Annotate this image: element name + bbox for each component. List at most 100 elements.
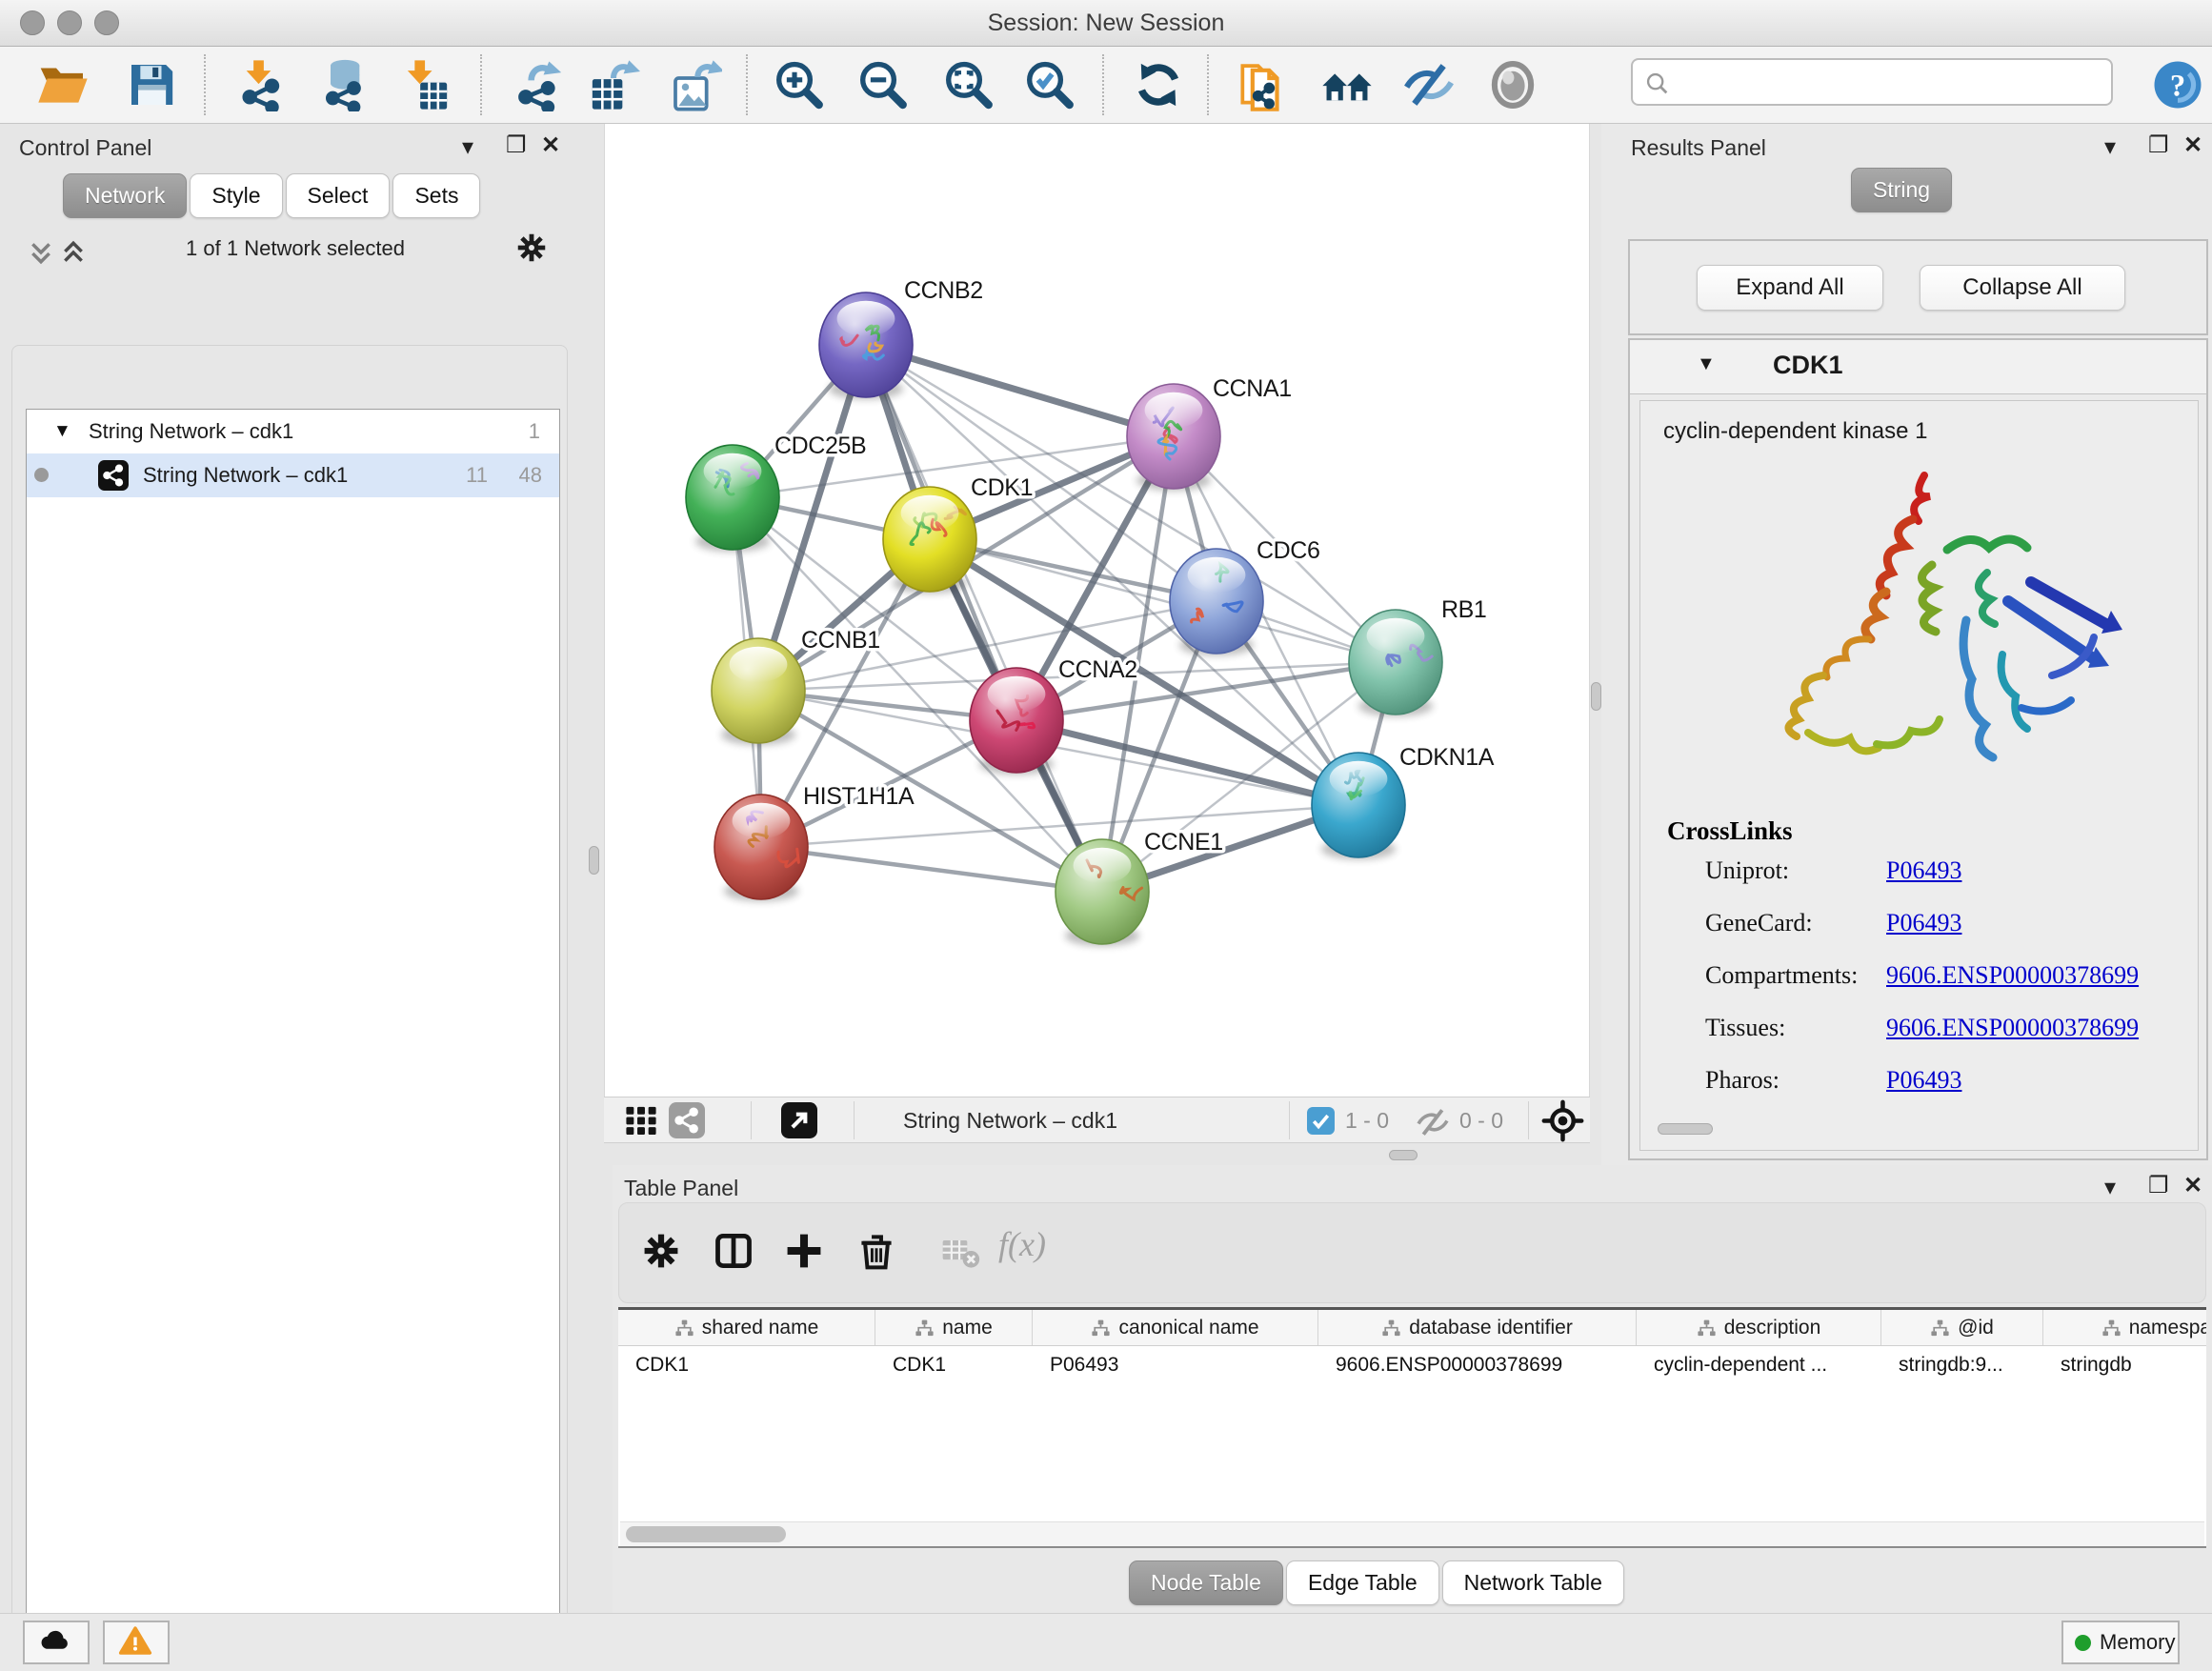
- export-table-button[interactable]: [587, 58, 640, 111]
- network-collection-row[interactable]: ▼ String Network – cdk1 1: [27, 410, 559, 453]
- tab-network-table[interactable]: Network Table: [1442, 1560, 1624, 1605]
- zoom-selected-button[interactable]: [1022, 58, 1076, 111]
- import-network-button[interactable]: [235, 58, 289, 111]
- triangle-collapse-icon[interactable]: ▼: [53, 410, 71, 453]
- column-header-label: description: [1724, 1317, 1821, 1339]
- share-network-gray-icon[interactable]: [669, 1102, 705, 1138]
- zoom-in-button[interactable]: [772, 58, 825, 111]
- close-panel-icon[interactable]: ✕: [541, 131, 560, 159]
- search-field[interactable]: [1631, 58, 2113, 106]
- network-graph[interactable]: CCNB2CCNA1CDC25BCDK1CDC6RB1CCNB1CCNA2CDK…: [605, 124, 1591, 1097]
- collapse-all-networks-icon[interactable]: [61, 240, 86, 265]
- splitter-handle[interactable]: [1389, 1150, 1418, 1160]
- tab-select[interactable]: Select: [286, 173, 391, 218]
- column-header-canonical-name[interactable]: canonical name: [1033, 1310, 1318, 1345]
- help-button[interactable]: ?: [2151, 58, 2204, 111]
- expand-all-button[interactable]: Expand All: [1697, 265, 1883, 311]
- column-header-description[interactable]: description: [1637, 1310, 1881, 1345]
- search-input[interactable]: [1679, 64, 2098, 100]
- tab-string[interactable]: String: [1851, 168, 1952, 212]
- scrollbar-thumb[interactable]: [626, 1526, 786, 1542]
- splitter-handle[interactable]: [589, 846, 599, 875]
- crosslink-link[interactable]: P06493: [1886, 909, 1961, 937]
- hide-unhide-button[interactable]: [1402, 58, 1456, 111]
- warning-button[interactable]: [103, 1621, 170, 1664]
- float-panel-icon[interactable]: ❐: [506, 131, 527, 159]
- home-button[interactable]: [1320, 58, 1374, 111]
- cloud-button[interactable]: [23, 1621, 90, 1664]
- import-table-button[interactable]: [399, 58, 452, 111]
- share-document-button[interactable]: [1234, 58, 1287, 111]
- zoom-fit-button[interactable]: [941, 58, 995, 111]
- zoom-out-button[interactable]: [855, 58, 909, 111]
- node-HIST1H1A[interactable]: [714, 795, 808, 901]
- export-image-button[interactable]: [669, 58, 722, 111]
- edge-CCNB2-CCNA1[interactable]: [866, 345, 1174, 436]
- add-column-icon[interactable]: [783, 1230, 825, 1272]
- node-CCNA1[interactable]: [1127, 384, 1220, 491]
- node-CCNA2[interactable]: [970, 668, 1063, 775]
- triangle-collapse-icon[interactable]: ▼: [1697, 353, 1716, 375]
- node-table[interactable]: shared namenamecanonical namedatabase id…: [618, 1307, 2206, 1548]
- column-header-namespace[interactable]: namespace: [2043, 1310, 2206, 1345]
- memory-button[interactable]: Memory: [2061, 1621, 2180, 1664]
- node-CDK1[interactable]: [883, 487, 976, 594]
- columns-icon[interactable]: [713, 1230, 754, 1272]
- column-header-name[interactable]: name: [875, 1310, 1033, 1345]
- crosslinks-heading: CrossLinks: [1667, 816, 1793, 846]
- save-session-button[interactable]: [125, 58, 178, 111]
- network-view-canvas[interactable]: CCNB2CCNA1CDC25BCDK1CDC6RB1CCNB1CCNA2CDK…: [604, 124, 1590, 1097]
- collapse-all-button[interactable]: Collapse All: [1920, 265, 2125, 311]
- edge-HIST1H1A-CCNE1[interactable]: [761, 847, 1102, 892]
- column-header-@id[interactable]: @id: [1881, 1310, 2043, 1345]
- column-header-shared-name[interactable]: shared name: [618, 1310, 875, 1345]
- panel-menu-icon[interactable]: ▾: [462, 133, 473, 161]
- import-database-button[interactable]: [317, 58, 371, 111]
- node-RB1[interactable]: [1349, 610, 1442, 716]
- external-link-icon[interactable]: [781, 1102, 817, 1138]
- table-row[interactable]: CDK1CDK1P064939606.ENSP00000378699cyclin…: [618, 1346, 2206, 1384]
- refresh-button[interactable]: [1132, 58, 1185, 111]
- node-CCNB1[interactable]: [712, 638, 805, 745]
- float-panel-icon[interactable]: ❐: [2148, 131, 2169, 159]
- table-hscrollbar[interactable]: [620, 1521, 2204, 1546]
- crosslink-link[interactable]: 9606.ENSP00000378699: [1886, 1014, 2139, 1042]
- network-row[interactable]: String Network – cdk1 11 48: [27, 453, 559, 497]
- column-header-database-identifier[interactable]: database identifier: [1318, 1310, 1637, 1345]
- node-label-CCNA2: CCNA2: [1058, 656, 1137, 683]
- tab-edge-table[interactable]: Edge Table: [1286, 1560, 1439, 1605]
- open-session-button[interactable]: [36, 58, 90, 111]
- toolbar-separator: [204, 54, 206, 115]
- checkbox-icon[interactable]: [1307, 1107, 1335, 1135]
- node-CCNB2[interactable]: [819, 292, 913, 399]
- export-network-button[interactable]: [513, 58, 567, 111]
- panel-menu-icon[interactable]: ▾: [2104, 133, 2116, 161]
- expand-all-networks-icon[interactable]: [29, 240, 53, 265]
- crosshair-icon[interactable]: [1541, 1099, 1584, 1142]
- table-gear-icon[interactable]: [640, 1230, 682, 1272]
- crosslink-link[interactable]: P06493: [1886, 1066, 1961, 1095]
- panel-menu-icon[interactable]: ▾: [2104, 1174, 2116, 1201]
- crosslink-link[interactable]: P06493: [1886, 856, 1961, 885]
- node-CDC6[interactable]: [1170, 549, 1263, 655]
- node-CCNE1[interactable]: [1056, 839, 1149, 946]
- node-CDKN1A[interactable]: [1312, 753, 1405, 859]
- close-panel-icon[interactable]: ✕: [2183, 1172, 2202, 1199]
- results-hscrollbar[interactable]: [1658, 1123, 1713, 1135]
- tab-node-table[interactable]: Node Table: [1129, 1560, 1283, 1605]
- eye-button[interactable]: [1486, 58, 1539, 111]
- node-CDC25B[interactable]: [686, 445, 779, 552]
- crosslink-row: Compartments:9606.ENSP00000378699: [1640, 961, 2198, 1014]
- float-panel-icon[interactable]: ❐: [2148, 1172, 2169, 1199]
- close-panel-icon[interactable]: ✕: [2183, 131, 2202, 159]
- gear-icon[interactable]: [514, 231, 549, 265]
- gene-section-header[interactable]: ▼ CDK1: [1630, 340, 2206, 394]
- tab-sets[interactable]: Sets: [392, 173, 480, 218]
- tab-style[interactable]: Style: [190, 173, 282, 218]
- splitter-handle[interactable]: [1591, 682, 1601, 711]
- eye-slash-icon[interactable]: [1416, 1105, 1450, 1137]
- tab-network[interactable]: Network: [63, 173, 187, 218]
- delete-column-icon[interactable]: [855, 1230, 897, 1272]
- crosslink-link[interactable]: 9606.ENSP00000378699: [1886, 961, 2139, 990]
- grid-view-icon[interactable]: [625, 1104, 657, 1137]
